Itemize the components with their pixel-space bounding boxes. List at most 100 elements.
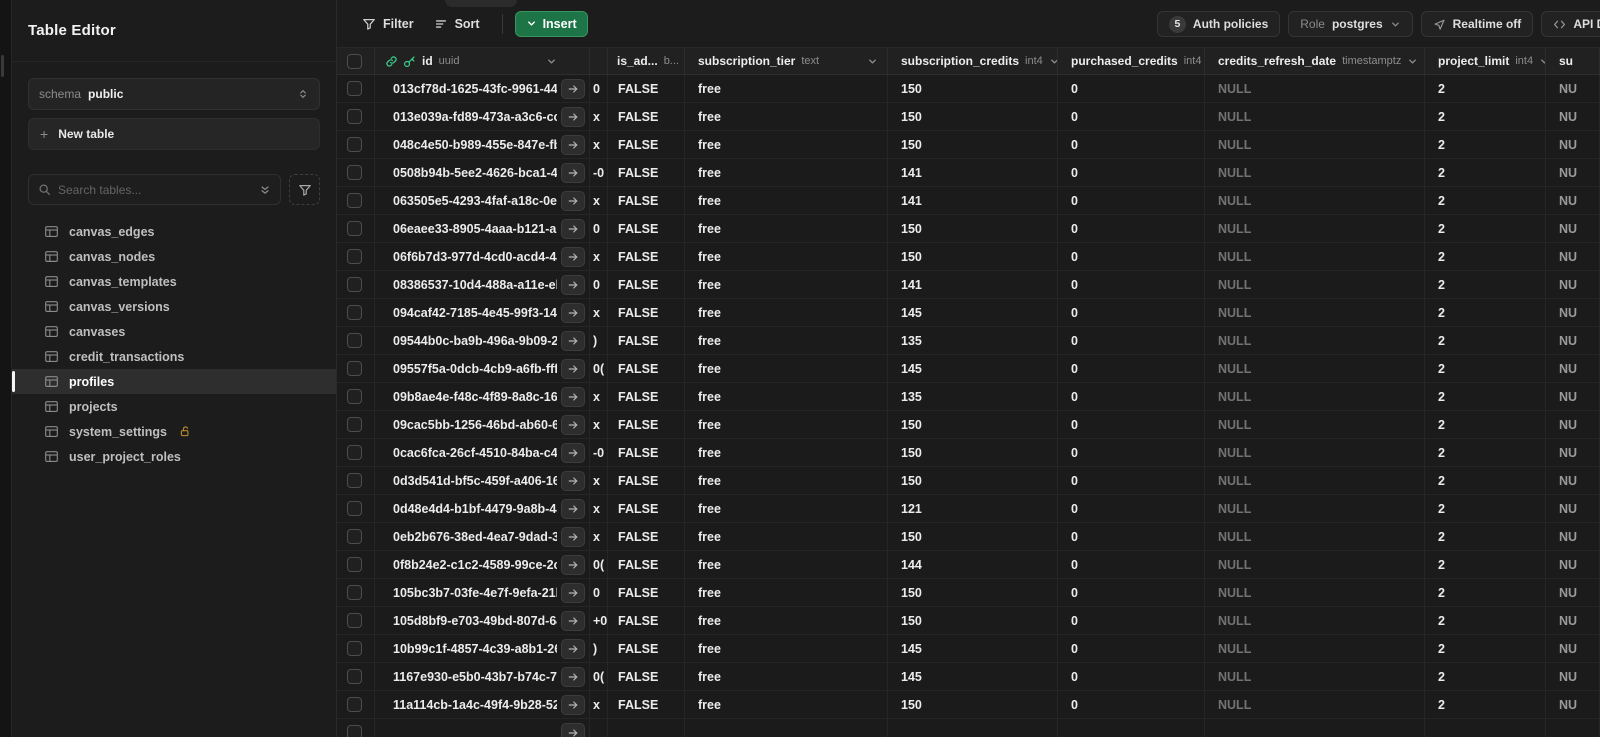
cell-subscription-tier[interactable]: free <box>685 635 888 662</box>
cell-subscription-credits[interactable]: 150 <box>888 523 1058 550</box>
cell-purchased-credits[interactable]: 0 <box>1058 299 1205 326</box>
table-row[interactable]: 11a114cb-1a4c-49f4-9b28-52219ec... x FAL… <box>337 691 1600 719</box>
table-row[interactable]: 10b99c1f-4857-4c39-a8b1-263b8... ) FALSE… <box>337 635 1600 663</box>
cell-project-limit[interactable]: 2 <box>1425 75 1546 102</box>
column-header-is_ad...[interactable]: is_ad... b... <box>608 48 685 74</box>
row-checkbox[interactable] <box>347 585 362 600</box>
cell-project-limit[interactable]: 2 <box>1425 159 1546 186</box>
row-checkbox[interactable] <box>347 417 362 432</box>
expand-row-button[interactable] <box>561 611 585 631</box>
cell-credits-refresh-date[interactable]: NULL <box>1205 299 1425 326</box>
row-checkbox[interactable] <box>347 249 362 264</box>
row-select-cell[interactable] <box>337 243 375 270</box>
cell-subscription-credits[interactable] <box>888 719 1058 737</box>
column-header-purchased_credits[interactable]: purchased_credits int4 <box>1058 48 1205 74</box>
sidebar-item-system_settings[interactable]: system_settings <box>12 419 336 444</box>
cell-clipped-fragment[interactable]: x <box>590 495 608 522</box>
cell-subscription-tier[interactable]: free <box>685 607 888 634</box>
cell-subscription-credits[interactable]: 141 <box>888 271 1058 298</box>
cell-is-admin[interactable]: FALSE <box>608 75 685 102</box>
cell-subscription-tier[interactable]: free <box>685 691 888 718</box>
role-select-button[interactable]: Role postgres <box>1288 11 1413 37</box>
cell-subscription-tier[interactable]: free <box>685 75 888 102</box>
sidebar-item-canvas_nodes[interactable]: canvas_nodes <box>12 244 336 269</box>
cell-clipped-fragment[interactable]: x <box>590 103 608 130</box>
row-checkbox[interactable] <box>347 221 362 236</box>
cell-subscription-credits[interactable]: 150 <box>888 243 1058 270</box>
cell-is-admin[interactable]: FALSE <box>608 635 685 662</box>
expand-row-button[interactable] <box>561 387 585 407</box>
chevron-down-icon[interactable] <box>1539 56 1545 67</box>
table-row[interactable]: 0d48e4d4-b1bf-4479-9a8b-4a4b... x FALSE … <box>337 495 1600 523</box>
sidebar-item-credit_transactions[interactable]: credit_transactions <box>12 344 336 369</box>
cell-credits-refresh-date[interactable]: NULL <box>1205 327 1425 354</box>
cell-purchased-credits[interactable]: 0 <box>1058 467 1205 494</box>
expand-row-button[interactable] <box>561 443 585 463</box>
cell-clipped-fragment[interactable]: x <box>590 187 608 214</box>
cell-is-admin[interactable]: FALSE <box>608 187 685 214</box>
row-select-cell[interactable] <box>337 467 375 494</box>
cell-purchased-credits[interactable]: 0 <box>1058 691 1205 718</box>
table-row[interactable]: 09b8ae4e-f48c-4f89-8a8c-1629b... x FALSE… <box>337 383 1600 411</box>
cell-credits-refresh-date[interactable]: NULL <box>1205 439 1425 466</box>
cell-project-limit[interactable]: 2 <box>1425 467 1546 494</box>
cell-is-admin[interactable]: FALSE <box>608 523 685 550</box>
cell-project-limit[interactable]: 2 <box>1425 271 1546 298</box>
cell-subscription-credits[interactable]: 145 <box>888 663 1058 690</box>
table-row[interactable]: 048c4e50-b989-455e-847e-fb2f... x FALSE … <box>337 131 1600 159</box>
cell-credits-refresh-date[interactable]: NULL <box>1205 355 1425 382</box>
cell-subscription-credits[interactable]: 150 <box>888 103 1058 130</box>
cell-id[interactable]: 105bc3b7-03fe-4e7f-9efa-21bb40... <box>375 579 590 606</box>
expand-row-button[interactable] <box>561 135 585 155</box>
cell-purchased-credits[interactable]: 0 <box>1058 355 1205 382</box>
expand-row-button[interactable] <box>561 555 585 575</box>
row-select-cell[interactable] <box>337 103 375 130</box>
row-checkbox[interactable] <box>347 501 362 516</box>
row-select-cell[interactable] <box>337 719 375 737</box>
cell-last-clipped[interactable]: NU <box>1546 551 1600 578</box>
row-select-cell[interactable] <box>337 439 375 466</box>
cell-clipped-fragment[interactable] <box>590 719 608 737</box>
cell-last-clipped[interactable]: NU <box>1546 299 1600 326</box>
cell-subscription-tier[interactable]: free <box>685 495 888 522</box>
cell-purchased-credits[interactable]: 0 <box>1058 187 1205 214</box>
chevron-down-icon[interactable] <box>546 56 557 67</box>
cell-id[interactable]: 0eb2b676-38ed-4ea7-9dad-38e6... <box>375 523 590 550</box>
cell-clipped-fragment[interactable]: 0 <box>590 579 608 606</box>
cell-is-admin[interactable]: FALSE <box>608 383 685 410</box>
row-select-cell[interactable] <box>337 215 375 242</box>
cell-subscription-tier[interactable]: free <box>685 215 888 242</box>
cell-id[interactable]: 06f6b7d3-977d-4cd0-acd4-4a78... <box>375 243 590 270</box>
table-row[interactable]: 105d8bf9-e703-49bd-807d-645e... +0 FALSE… <box>337 607 1600 635</box>
cell-credits-refresh-date[interactable]: NULL <box>1205 467 1425 494</box>
cell-id[interactable]: 105d8bf9-e703-49bd-807d-645e... <box>375 607 590 634</box>
cell-purchased-credits[interactable]: 0 <box>1058 103 1205 130</box>
cell-id[interactable]: 06eaee33-8905-4aaa-b121-ab552... <box>375 215 590 242</box>
realtime-toggle-button[interactable]: Realtime off <box>1420 11 1534 37</box>
cell-project-limit[interactable]: 2 <box>1425 215 1546 242</box>
cell-purchased-credits[interactable]: 0 <box>1058 271 1205 298</box>
cell-is-admin[interactable]: FALSE <box>608 243 685 270</box>
cell-id[interactable]: 048c4e50-b989-455e-847e-fb2f... <box>375 131 590 158</box>
cell-clipped-fragment[interactable]: 0( <box>590 355 608 382</box>
cell-credits-refresh-date[interactable]: NULL <box>1205 663 1425 690</box>
table-row[interactable]: 09557f5a-0dcb-4cb9-a6fb-fff366... 0( FAL… <box>337 355 1600 383</box>
cell-last-clipped[interactable]: NU <box>1546 439 1600 466</box>
table-row[interactable]: 1167e930-e5b0-43b7-b74c-788c9... 0( FALS… <box>337 663 1600 691</box>
cell-subscription-credits[interactable]: 141 <box>888 159 1058 186</box>
cell-clipped-fragment[interactable]: -0 <box>590 439 608 466</box>
cell-subscription-tier[interactable]: free <box>685 439 888 466</box>
expand-row-button[interactable] <box>561 499 585 519</box>
cell-purchased-credits[interactable]: 0 <box>1058 243 1205 270</box>
insert-button[interactable]: Insert <box>514 10 588 37</box>
cell-subscription-tier[interactable]: free <box>685 411 888 438</box>
cell-subscription-tier[interactable]: free <box>685 243 888 270</box>
cell-subscription-credits[interactable]: 135 <box>888 383 1058 410</box>
cell-id[interactable]: 09557f5a-0dcb-4cb9-a6fb-fff366... <box>375 355 590 382</box>
cell-is-admin[interactable]: FALSE <box>608 607 685 634</box>
chevron-down-icon[interactable] <box>867 56 878 67</box>
cell-id[interactable]: 0d3d541d-bf5c-459f-a406-16b93... <box>375 467 590 494</box>
cell-purchased-credits[interactable]: 0 <box>1058 411 1205 438</box>
row-checkbox[interactable] <box>347 669 362 684</box>
cell-clipped-fragment[interactable]: 0( <box>590 663 608 690</box>
